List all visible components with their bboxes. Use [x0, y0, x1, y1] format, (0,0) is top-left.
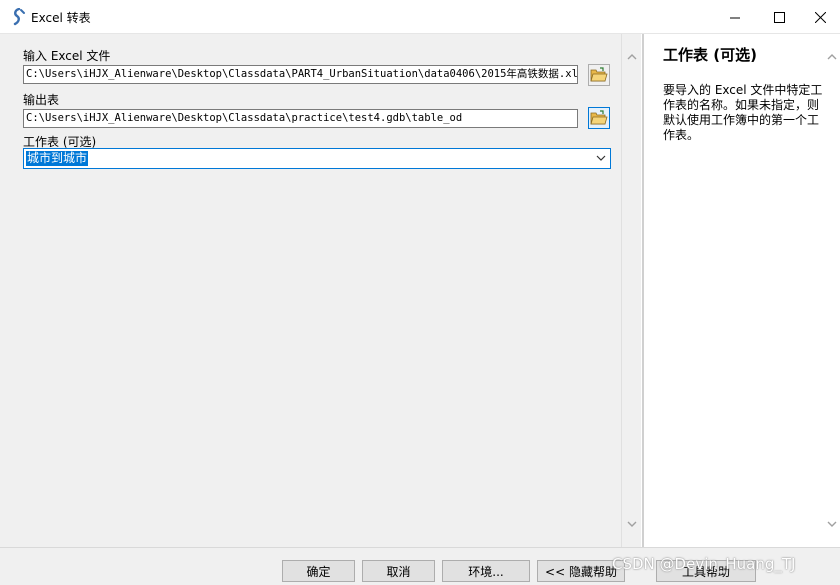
chevron-down-icon — [596, 155, 606, 161]
output-table-field[interactable]: C:\Users\iHJX_Alienware\Desktop\Classdat… — [23, 109, 578, 128]
minimize-button[interactable] — [712, 0, 758, 34]
output-browse-button[interactable] — [588, 107, 610, 129]
close-icon — [814, 11, 826, 23]
scroll-down-icon[interactable] — [626, 518, 638, 530]
help-scrollbar[interactable] — [824, 34, 840, 547]
arctoolbox-tool-icon — [13, 8, 25, 26]
watermark: CSDN @Devin_Huang_TJ — [612, 555, 796, 573]
parameters-scrollbar[interactable] — [621, 34, 641, 547]
window-title: Excel 转表 — [31, 11, 91, 25]
maximize-button[interactable] — [756, 0, 802, 34]
help-title: 工作表 (可选) — [663, 46, 757, 64]
open-folder-icon — [590, 110, 608, 125]
scroll-up-icon[interactable] — [626, 51, 638, 63]
open-folder-icon — [590, 67, 608, 82]
scroll-up-icon[interactable] — [826, 51, 838, 63]
help-pane: 工作表 (可选) 要导入的 Excel 文件中特定工作表的名称。如果未指定，则默… — [642, 34, 840, 547]
parameters-pane: 输入 Excel 文件 C:\Users\iHJX_Alienware\Desk… — [0, 34, 621, 547]
ok-button[interactable]: 确定 — [282, 560, 355, 582]
output-table-label: 输出表 — [23, 93, 60, 107]
sheet-dropdown[interactable]: 城市到城市 — [23, 148, 611, 169]
cancel-button[interactable]: 取消 — [362, 560, 435, 582]
maximize-icon — [773, 11, 785, 23]
input-browse-button[interactable] — [588, 64, 610, 86]
sheet-selected-value: 城市到城市 — [26, 151, 89, 166]
scroll-down-icon[interactable] — [826, 518, 838, 530]
environments-button[interactable]: 环境... — [442, 560, 530, 582]
input-excel-field[interactable]: C:\Users\iHJX_Alienware\Desktop\Classdat… — [23, 65, 578, 84]
input-excel-label: 输入 Excel 文件 — [23, 49, 111, 63]
close-button[interactable] — [800, 0, 840, 34]
minimize-icon — [729, 17, 740, 18]
help-description: 要导入的 Excel 文件中特定工作表的名称。如果未指定，则默认使用工作簿中的第… — [663, 83, 823, 142]
title-bar: Excel 转表 — [0, 0, 840, 34]
